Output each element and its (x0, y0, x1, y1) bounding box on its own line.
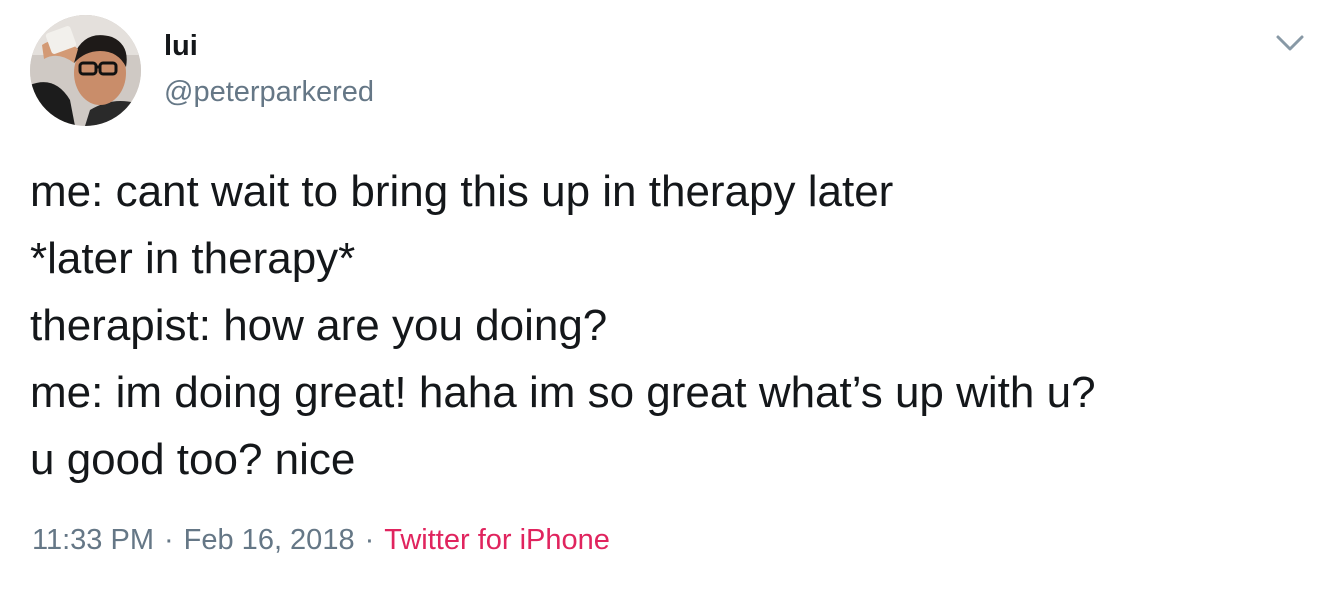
tweet-text-line: u good too? nice (30, 435, 356, 484)
tweet-time[interactable]: 11:33 PM (32, 524, 154, 556)
tweet-date[interactable]: Feb 16, 2018 (184, 524, 355, 556)
tweet-text-line: me: im doing great! haha im so great wha… (30, 368, 1096, 417)
tweet-text: me: cant wait to bring this up in therap… (30, 158, 1310, 493)
tweet-text-line: *later in therapy* (30, 234, 356, 283)
display-name[interactable]: lui (164, 28, 198, 64)
tweet-text-line: me: cant wait to bring this up in therap… (30, 167, 894, 216)
avatar[interactable] (30, 15, 141, 126)
avatar-image (30, 15, 141, 126)
tweet-metadata: 11:33 PM · Feb 16, 2018 · Twitter for iPhone (32, 522, 610, 558)
meta-separator: · (364, 524, 375, 556)
meta-separator: · (163, 524, 174, 556)
tweet-source-link[interactable]: Twitter for iPhone (384, 524, 610, 556)
tweet-text-line: therapist: how are you doing? (30, 301, 608, 350)
chevron-down-icon[interactable] (1272, 28, 1308, 58)
tweet-card: lui @peterparkered me: cant wait to brin… (0, 0, 1319, 590)
user-handle[interactable]: @peterparkered (164, 74, 374, 110)
